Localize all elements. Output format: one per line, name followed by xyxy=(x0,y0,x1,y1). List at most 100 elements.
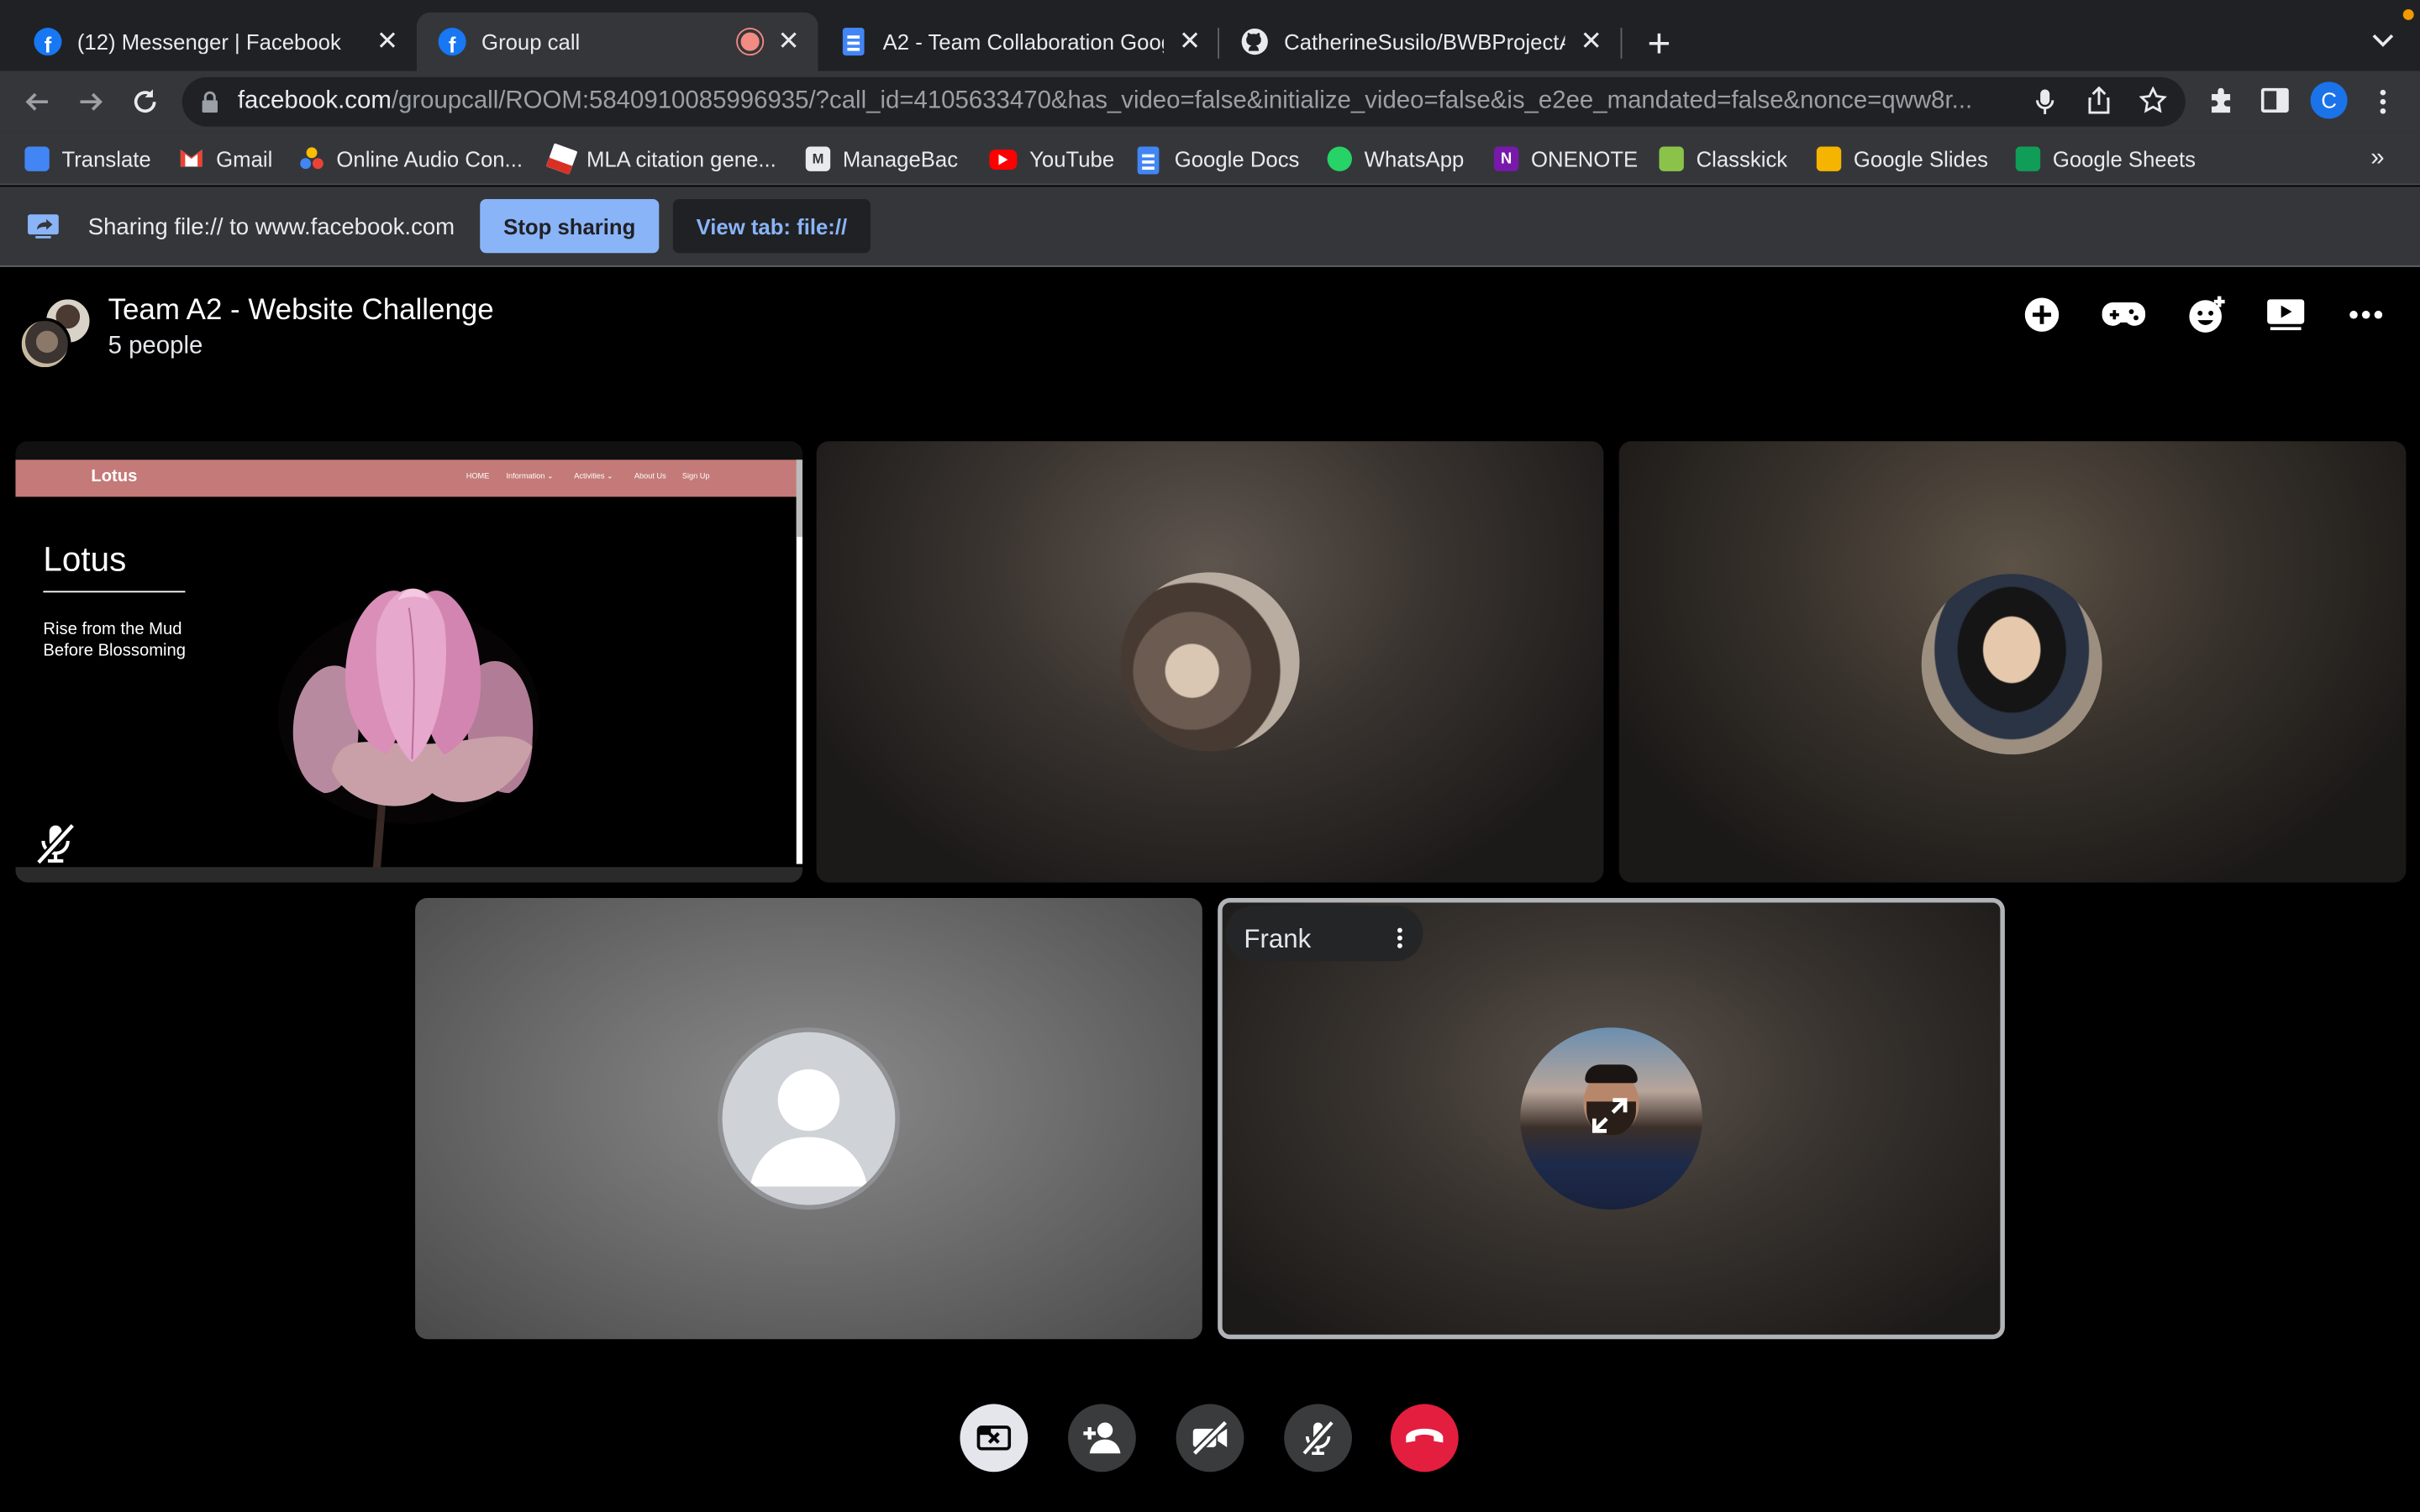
bookmark-gmail[interactable]: Gmail xyxy=(179,144,272,175)
close-icon[interactable]: ✕ xyxy=(373,26,401,57)
stop-screen-share-button[interactable] xyxy=(960,1404,1028,1473)
microphone-icon[interactable] xyxy=(2034,88,2056,123)
bookmark-google-docs[interactable]: Google Docs xyxy=(1137,144,1300,175)
bookmark-label: YouTube xyxy=(1029,146,1115,171)
gmail-icon xyxy=(179,146,203,171)
bookmark-label: Google Docs xyxy=(1174,146,1300,171)
share-icon[interactable] xyxy=(2086,86,2111,122)
bookmark-star-icon[interactable] xyxy=(2139,86,2168,122)
forward-icon[interactable] xyxy=(70,81,113,123)
more-options-icon[interactable] xyxy=(2343,291,2389,338)
site-brand: Lotus xyxy=(91,467,138,486)
bookmark-google-sheets[interactable]: Google Sheets xyxy=(2015,144,2196,175)
call-title: Team A2 - Website Challenge xyxy=(108,294,494,328)
profile-avatar[interactable]: C xyxy=(2310,81,2348,119)
google-docs-icon xyxy=(839,28,867,56)
end-call-button[interactable] xyxy=(1390,1404,1459,1473)
screen-share-tile[interactable]: Lotus HOME Information ⌄ Activities ⌄ Ab… xyxy=(15,441,803,883)
hang-up-icon xyxy=(1406,1428,1444,1443)
tab-title: A2 - Team Collaboration Googl xyxy=(882,29,1164,55)
site-nav-item: Sign Up xyxy=(681,472,710,482)
default-avatar xyxy=(718,1027,900,1210)
bookmark-mla-citation[interactable]: MLA citation gene... xyxy=(545,143,776,176)
address-bar[interactable]: facebook.com/groupcall/ROOM:584091008599… xyxy=(182,76,2186,127)
participant-tile[interactable] xyxy=(1618,441,2407,883)
github-icon xyxy=(1241,28,1269,55)
expand-icon[interactable] xyxy=(1590,1095,1630,1143)
person-icon xyxy=(750,1068,868,1187)
bookmark-managebac[interactable]: M ManageBac xyxy=(805,144,958,175)
tab-group-call[interactable]: f Group call ✕ xyxy=(416,12,818,71)
site-tagline-line2: Before Blossoming xyxy=(43,642,187,661)
bookmark-label: WhatsApp xyxy=(1364,146,1465,171)
bookmark-google-slides[interactable]: Google Slides xyxy=(1816,144,1989,175)
view-tab-button[interactable]: View tab: file:// xyxy=(672,198,871,254)
active-speaker-tile[interactable]: Frank xyxy=(1218,897,2005,1340)
bookmark-classkick[interactable]: Classkick xyxy=(1659,144,1787,175)
bookmark-label: Google Slides xyxy=(1853,146,1989,171)
reload-icon[interactable] xyxy=(124,81,166,123)
participant-avatar xyxy=(1120,572,1300,752)
back-icon[interactable] xyxy=(15,81,58,123)
bookmark-youtube[interactable]: YouTube xyxy=(989,144,1114,175)
tab-title: CatherineSusilo/BWBProjectA2 xyxy=(1284,29,1565,55)
bookmark-label: Online Audio Con... xyxy=(336,146,523,171)
new-tab-icon[interactable]: + xyxy=(1639,24,1680,64)
facebook-icon: f xyxy=(438,28,466,55)
microphone-off-button[interactable] xyxy=(1284,1404,1352,1473)
extensions-icon[interactable] xyxy=(2207,87,2235,122)
tab-github[interactable]: CatherineSusilo/BWBProjectA2 ✕ xyxy=(1219,13,1621,71)
facebook-icon: f xyxy=(34,28,62,55)
sharing-status-text: Sharing file:// to www.facebook.com xyxy=(87,214,455,241)
google-slides-icon xyxy=(1816,146,1842,171)
site-nav-item: Information ⌄ xyxy=(506,472,554,482)
bookmark-onenote[interactable]: N ONENOTE xyxy=(1493,144,1639,175)
site-nav-item: HOME xyxy=(466,472,490,482)
lotus-flower-image xyxy=(277,588,540,870)
add-people-button[interactable] xyxy=(1068,1404,1136,1473)
member-avatar xyxy=(18,318,71,370)
update-dot-icon xyxy=(2402,9,2414,20)
bookmark-online-audio[interactable]: Online Audio Con... xyxy=(299,144,523,175)
classkick-icon xyxy=(1659,146,1684,171)
managebac-icon: M xyxy=(805,146,831,171)
participant-count: 5 people xyxy=(108,333,203,360)
bookmark-translate[interactable]: Translate xyxy=(24,144,151,175)
lock-icon[interactable] xyxy=(201,91,219,120)
participant-tile[interactable] xyxy=(816,441,1604,883)
group-avatar xyxy=(18,296,93,370)
games-icon[interactable] xyxy=(2101,291,2147,338)
browser-menu-icon[interactable] xyxy=(2370,85,2395,118)
bookmark-whatsapp[interactable]: WhatsApp xyxy=(1327,144,1465,175)
stop-sharing-button[interactable]: Stop sharing xyxy=(480,198,660,254)
side-panel-icon[interactable] xyxy=(2260,87,2289,121)
bookmark-label: Gmail xyxy=(216,146,273,171)
google-docs-icon xyxy=(1137,146,1162,175)
google-sheets-icon xyxy=(2015,146,2041,171)
watch-together-icon[interactable] xyxy=(2263,291,2309,338)
stop-screen-share-icon xyxy=(976,1425,1012,1451)
whatsapp-icon xyxy=(1327,146,1352,171)
screen-share-icon xyxy=(26,213,60,246)
close-icon[interactable]: ✕ xyxy=(1176,26,1204,57)
mic-off-icon xyxy=(1301,1420,1335,1457)
tab-messenger[interactable]: f (12) Messenger | Facebook ✕ xyxy=(13,13,417,71)
effects-icon[interactable] xyxy=(2184,291,2230,338)
recording-icon xyxy=(737,29,763,55)
participant-menu-icon[interactable] xyxy=(1389,922,1411,953)
close-icon[interactable]: ✕ xyxy=(775,26,802,57)
scrollbar-thumb[interactable] xyxy=(796,459,803,538)
camera-off-button[interactable] xyxy=(1176,1404,1244,1473)
bookmark-label: ONENOTE xyxy=(1531,146,1639,171)
close-icon[interactable]: ✕ xyxy=(1577,26,1605,57)
tab-google-doc[interactable]: A2 - Team Collaboration Googl ✕ xyxy=(818,13,1219,71)
mla-citation-icon xyxy=(545,143,578,176)
more-bookmarks-icon[interactable]: » xyxy=(2370,144,2384,175)
add-icon[interactable] xyxy=(2018,291,2065,338)
participant-tile[interactable] xyxy=(415,897,1202,1340)
tab-search-icon[interactable] xyxy=(2368,24,2399,55)
url-text[interactable]: facebook.com/groupcall/ROOM:584091008599… xyxy=(238,88,2012,116)
google-translate-icon xyxy=(24,146,50,171)
bookmark-label: MLA citation gene... xyxy=(586,146,776,171)
online-audio-icon xyxy=(299,146,324,171)
